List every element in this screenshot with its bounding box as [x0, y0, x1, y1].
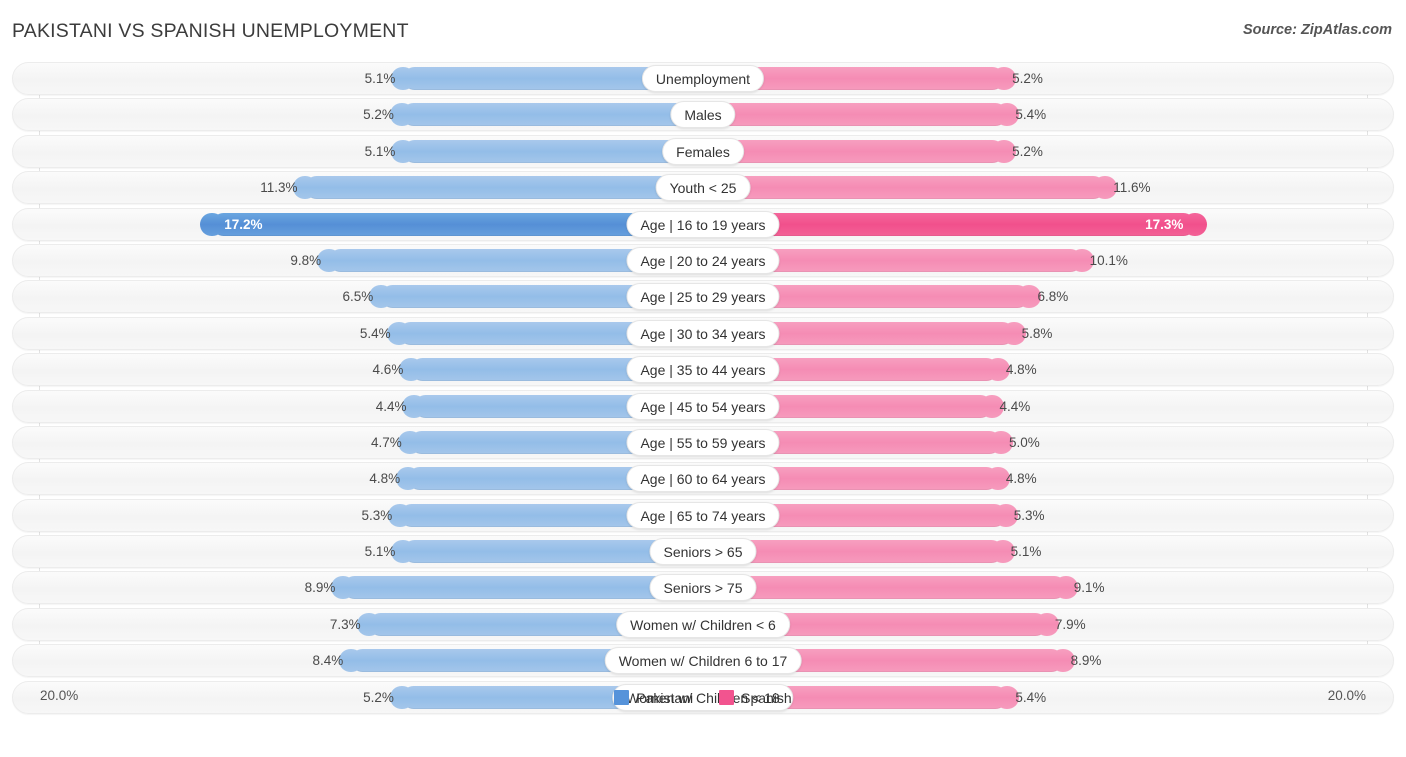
category-label: Males [670, 101, 736, 129]
value-label-spanish: 8.9% [1070, 653, 1102, 669]
value-label-pakistani: 5.4% [359, 325, 391, 341]
value-label-pakistani: 5.1% [364, 544, 396, 560]
legend-label: Spanish [741, 690, 792, 706]
category-label: Seniors > 75 [649, 574, 757, 602]
value-label-spanish: 10.1% [1089, 252, 1128, 268]
legend-label: Pakistani [636, 690, 694, 706]
value-label-spanish: 5.4% [1015, 107, 1047, 123]
bar-pakistani [391, 139, 703, 163]
value-label-pakistani: 4.6% [372, 362, 404, 378]
table-row[interactable]: 17.2% 17.3% Age | 16 to 19 years [0, 207, 1406, 241]
category-label: Age | 25 to 29 years [626, 283, 780, 311]
bar-cap-right [1183, 212, 1208, 236]
table-row[interactable]: 5.2% 5.4% Males [0, 98, 1406, 132]
bar-spanish [703, 176, 1118, 200]
value-label-pakistani: 11.3% [260, 180, 298, 196]
value-label-pakistani: 8.4% [312, 653, 344, 669]
value-label-pakistani: 5.3% [361, 507, 393, 523]
category-label: Age | 55 to 59 years [626, 428, 780, 456]
table-row[interactable]: 8.4% 8.9% Women w/ Children 6 to 17 [0, 644, 1406, 678]
category-label: Seniors > 65 [649, 538, 757, 566]
table-row[interactable]: 4.8% 4.8% Age | 60 to 64 years [0, 462, 1406, 496]
category-label: Age | 20 to 24 years [626, 246, 780, 274]
chart-legend: Pakistani Spanish [0, 690, 1406, 706]
page-title: PAKISTANI VS SPANISH UNEMPLOYMENT [12, 20, 409, 42]
value-label-spanish: 17.3% [1145, 216, 1184, 232]
table-row[interactable]: 9.8% 10.1% Age | 20 to 24 years [0, 243, 1406, 277]
bar-spanish [703, 139, 1017, 163]
chart-header: PAKISTANI VS SPANISH UNEMPLOYMENT Source… [0, 0, 1406, 62]
category-label: Age | 60 to 64 years [626, 465, 780, 493]
value-label-spanish: 5.0% [1009, 434, 1040, 450]
bar-cap-left [200, 212, 225, 236]
bar-pakistani [293, 176, 703, 200]
chart-plot-area: 5.1% 5.2% Unemployment 5.2% 5.4% Males 5.1% 5.2… [0, 62, 1406, 717]
category-label: Age | 65 to 74 years [626, 501, 780, 529]
value-label-spanish: 4.8% [1005, 471, 1037, 487]
value-label-pakistani: 5.1% [364, 143, 396, 159]
category-label: Women w/ Children < 6 [616, 610, 790, 638]
value-label-pakistani: 9.8% [290, 252, 322, 268]
value-label-pakistani: 7.3% [329, 616, 361, 632]
value-label-spanish: 5.1% [1010, 544, 1042, 560]
value-label-spanish: 5.8% [1021, 325, 1053, 341]
value-label-spanish: 11.6% [1113, 180, 1151, 196]
table-row[interactable]: 5.1% 5.2% Females [0, 134, 1406, 168]
legend-item-spanish[interactable]: Spanish [719, 690, 792, 706]
table-row[interactable]: 4.6% 4.8% Age | 35 to 44 years [0, 353, 1406, 387]
value-label-spanish: 5.2% [1012, 71, 1043, 86]
value-label-pakistani: 5.1% [364, 71, 396, 86]
category-label: Age | 35 to 44 years [626, 356, 780, 384]
category-label: Age | 45 to 54 years [626, 392, 780, 420]
value-label-pakistani: 5.2% [363, 107, 394, 123]
category-label: Youth < 25 [655, 174, 751, 202]
category-label: Unemployment [641, 65, 765, 92]
value-label-spanish: 5.2% [1012, 143, 1043, 159]
value-label-pakistani: 8.9% [304, 580, 336, 596]
source-attribution: Source: ZipAtlas.com [1242, 22, 1392, 38]
value-label-pakistani: 4.4% [375, 398, 407, 414]
value-label-spanish: 7.9% [1054, 616, 1086, 632]
table-row[interactable]: 7.3% 7.9% Women w/ Children < 6 [0, 607, 1406, 641]
table-row[interactable]: 5.1% 5.2% Unemployment [0, 62, 1406, 95]
bar-pakistani [389, 103, 703, 127]
value-label-spanish: 4.8% [1005, 362, 1037, 378]
value-label-spanish: 4.4% [999, 398, 1031, 414]
category-label: Women w/ Children 6 to 17 [604, 647, 802, 675]
table-row[interactable]: 5.1% 5.1% Seniors > 65 [0, 535, 1406, 569]
category-label: Age | 30 to 34 years [626, 319, 780, 347]
category-label: Age | 16 to 19 years [626, 210, 780, 238]
legend-item-pakistani[interactable]: Pakistani [614, 690, 693, 706]
table-row[interactable]: 5.4% 5.8% Age | 30 to 34 years [0, 316, 1406, 350]
table-row[interactable]: 6.5% 6.8% Age | 25 to 29 years [0, 280, 1406, 314]
legend-swatch-icon [614, 690, 630, 705]
category-label: Females [662, 137, 744, 165]
value-label-pakistani: 17.2% [224, 216, 263, 232]
value-label-pakistani: 4.7% [370, 434, 402, 450]
value-label-spanish: 6.8% [1037, 289, 1069, 305]
table-row[interactable]: 8.9% 9.1% Seniors > 75 [0, 571, 1406, 605]
legend-swatch-icon [719, 690, 735, 705]
value-label-pakistani: 6.5% [342, 289, 374, 305]
value-label-spanish: 9.1% [1073, 580, 1105, 596]
value-label-spanish: 5.3% [1013, 507, 1045, 523]
value-label-pakistani: 4.8% [369, 471, 401, 487]
bar-rows-container: 5.1% 5.2% Unemployment 5.2% 5.4% Males 5.1% 5.2… [0, 62, 1406, 717]
table-row[interactable]: 5.3% 5.3% Age | 65 to 74 years [0, 498, 1406, 532]
table-row[interactable]: 4.4% 4.4% Age | 45 to 54 years [0, 389, 1406, 423]
table-row[interactable]: 4.7% 5.0% Age | 55 to 59 years [0, 425, 1406, 459]
bar-spanish [703, 576, 1078, 600]
table-row[interactable]: 11.3% 11.6% Youth < 25 [0, 171, 1406, 205]
bar-spanish [703, 103, 1020, 127]
